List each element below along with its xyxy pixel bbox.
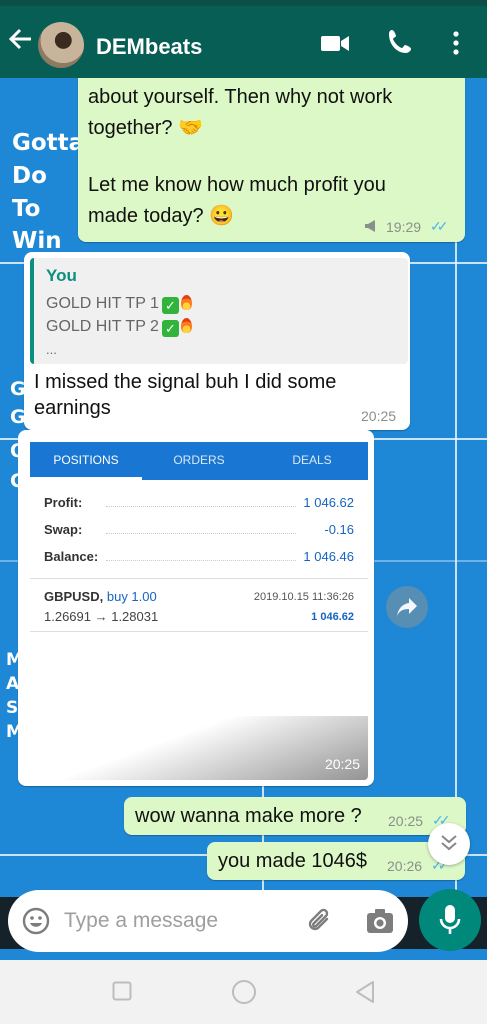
message-input[interactable]: [64, 906, 284, 936]
trade-prices: 1.26691 → 1.28031: [44, 609, 159, 624]
mic-icon: [439, 904, 461, 941]
summary-label: Profit:: [44, 495, 83, 510]
summary-label: Balance:: [44, 549, 99, 564]
image-shade: [24, 716, 368, 780]
quote-line: GOLD HIT TP 1 ✓: [46, 295, 192, 314]
wallpaper-word: To: [12, 196, 41, 222]
message-time: 20:25: [388, 813, 424, 829]
quoted-message[interactable]: You GOLD HIT TP 1 ✓ GOLD HIT TP 2 ✓ ...: [30, 258, 408, 364]
dotted-leader: [106, 560, 296, 561]
tab-positions: POSITIONS: [53, 453, 119, 467]
trade-symbol: GBPUSD, buy 1.00: [44, 589, 157, 604]
forward-button[interactable]: [386, 586, 428, 628]
message-text: Let me know how much profit you: [88, 174, 386, 196]
quote-line: ...: [46, 342, 57, 357]
divider: [30, 631, 368, 632]
tab-orders: ORDERS: [173, 453, 225, 467]
message-text: wow wanna make more ?: [135, 805, 362, 827]
back-nav-icon[interactable]: [354, 980, 376, 1009]
home-icon[interactable]: [231, 979, 257, 1010]
scroll-to-bottom-button[interactable]: [428, 823, 470, 865]
tab-deals: DEALS: [292, 453, 332, 467]
read-ticks-icon: ✓✓: [430, 218, 449, 234]
message-time: 20:25: [361, 408, 397, 424]
symbol-text: GBPUSD,: [44, 589, 104, 604]
message-text: about yourself. Then why not work: [88, 86, 393, 108]
chat-header: DEMbeats: [0, 6, 487, 78]
message-time: 20:26: [387, 858, 423, 874]
message-time: 20:25: [324, 756, 360, 772]
system-nav-bar: [0, 960, 487, 1024]
megaphone-icon: [364, 219, 380, 238]
dotted-leader: [106, 533, 296, 534]
quote-line: GOLD HIT TP 2 ✓: [46, 318, 192, 337]
trade-profit: 1 046.62: [311, 611, 354, 623]
check-mark-icon: ✓: [161, 297, 179, 314]
camera-icon[interactable]: [365, 907, 395, 940]
message-text: I missed the signal buh I did some earni…: [34, 371, 337, 419]
check-mark-icon: ✓: [161, 320, 179, 337]
wallpaper-word: Win: [12, 228, 62, 254]
message-text: you made 1046$: [218, 850, 368, 872]
outgoing-message[interactable]: wow wanna make more ? 20:25 ✓✓: [124, 797, 466, 835]
more-vert-icon[interactable]: [446, 28, 466, 58]
summary-value: -0.16: [324, 522, 354, 537]
recents-icon[interactable]: [112, 981, 132, 1006]
outgoing-message[interactable]: about yourself. Then why not work togeth…: [78, 64, 465, 242]
tab-indicator: [30, 477, 142, 480]
wallpaper-word: Gotta: [12, 130, 85, 156]
trade-screenshot[interactable]: POSITIONS ORDERS DEALS Profit: 1 046.62 …: [24, 436, 368, 780]
outgoing-message[interactable]: you made 1046$ 20:26 ✓✓: [207, 842, 465, 880]
phone-icon[interactable]: [386, 28, 416, 58]
quote-author: You: [46, 266, 77, 285]
summary-value: 1 046.62: [303, 495, 354, 510]
trade-side: buy 1.00: [106, 589, 157, 604]
video-call-icon[interactable]: [320, 28, 350, 58]
summary-label: Swap:: [44, 522, 83, 537]
fire-icon: [180, 295, 192, 310]
forward-icon: [396, 597, 418, 622]
double-chevron-down-icon: [440, 833, 458, 858]
quote-text: GOLD HIT TP 1: [46, 295, 159, 312]
attach-icon[interactable]: [305, 906, 335, 941]
dotted-leader: [106, 506, 296, 507]
message-composer: [8, 890, 408, 952]
divider: [30, 578, 368, 579]
incoming-message[interactable]: You GOLD HIT TP 1 ✓ GOLD HIT TP 2 ✓ ... I …: [24, 252, 410, 430]
wallpaper-letter: S: [6, 698, 19, 718]
message-text: made today? 😀: [88, 205, 235, 227]
arrow-left-icon[interactable]: [8, 28, 32, 54]
emoji-icon[interactable]: [22, 907, 50, 940]
tab-bar: POSITIONS ORDERS DEALS: [30, 442, 368, 480]
message-time: 19:29: [386, 219, 422, 235]
trade-datetime: 2019.10.15 11:36:26: [253, 591, 354, 603]
message-text: together? 🤝: [88, 117, 203, 139]
wallpaper-word: Do: [12, 163, 47, 189]
fire-icon: [180, 318, 192, 333]
voice-message-button[interactable]: [419, 889, 481, 951]
quote-text: GOLD HIT TP 2: [46, 318, 159, 335]
contact-name[interactable]: DEMbeats: [96, 34, 202, 60]
summary-value: 1 046.46: [303, 549, 354, 564]
avatar[interactable]: [38, 22, 84, 68]
